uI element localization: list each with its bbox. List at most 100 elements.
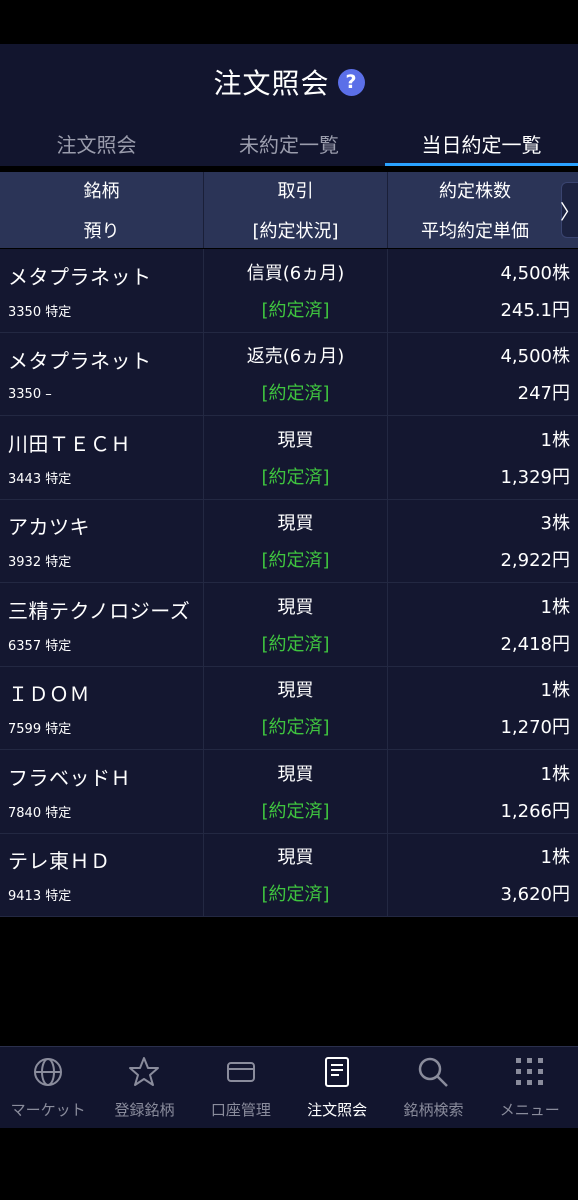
executed-quantity: 4,500株	[500, 262, 570, 284]
star-icon	[127, 1055, 161, 1093]
stock-cell: フラベッドＨ 7840 特定	[0, 750, 204, 833]
quantity-cell: 1株 1,270円	[388, 667, 578, 750]
execution-status: [約定済]	[261, 633, 330, 655]
card-icon	[224, 1055, 258, 1093]
table-header: 銘柄 預り 取引 [約定状況] 約定株数 平均約定単価	[0, 172, 578, 248]
average-price: 2,418円	[500, 633, 570, 655]
nav-label: 銘柄検索	[403, 1101, 464, 1119]
stock-code-account: 7599 特定	[8, 722, 72, 738]
average-price: 2,922円	[500, 550, 570, 572]
trade-cell: 現買 [約定済]	[204, 833, 388, 916]
table-row[interactable]: ＩＤＯＭ 7599 特定 現買 [約定済] 1株 1,270円	[0, 666, 578, 750]
tab-today-executed-list[interactable]: 当日約定一覧	[385, 120, 578, 166]
chevron-right-icon: 〉	[560, 199, 578, 224]
trade-cell: 返売(6ヵ月) [約定済]	[204, 332, 388, 415]
average-price: 1,329円	[500, 466, 570, 488]
quantity-cell: 1株 1,329円	[388, 416, 578, 499]
trade-type: 現買	[277, 763, 314, 785]
page-header: 注文照会 ?	[0, 44, 578, 120]
table-row[interactable]: メタプラネット 3350 – 返売(6ヵ月) [約定済] 4,500株 247円	[0, 332, 578, 416]
header-label: 約定株数	[439, 181, 511, 202]
quantity-cell: 1株 1,266円	[388, 750, 578, 833]
header-label: 平均約定単価	[421, 221, 529, 242]
executed-quantity: 1株	[540, 847, 570, 869]
trade-cell: 信買(6ヵ月) [約定済]	[204, 249, 388, 332]
column-header-trade: 取引 [約定状況]	[204, 172, 388, 248]
header-label: 銘柄	[83, 181, 120, 202]
tab-bar: 注文照会 未約定一覧 当日約定一覧	[0, 120, 578, 166]
quantity-cell: 1株 3,620円	[388, 834, 578, 917]
average-price: 1,266円	[500, 800, 570, 822]
tab-order-inquiry[interactable]: 注文照会	[0, 120, 193, 166]
nav-item-globe[interactable]: マーケット	[0, 1047, 96, 1128]
quantity-cell: 1株 2,418円	[388, 583, 578, 666]
execution-status: [約定済]	[261, 466, 330, 488]
document-icon	[320, 1055, 354, 1093]
table-row[interactable]: 三精テクノロジーズ 6357 特定 現買 [約定済] 1株 2,418円	[0, 583, 578, 667]
nav-label: 口座管理	[210, 1101, 271, 1119]
stock-code-account: 3932 特定	[8, 555, 72, 571]
nav-item-grid-menu[interactable]: メニュー	[482, 1047, 578, 1128]
trade-cell: 現買 [約定済]	[204, 666, 388, 749]
executed-quantity: 1株	[540, 763, 570, 785]
execution-status: [約定済]	[261, 550, 330, 572]
table-row[interactable]: フラベッドＨ 7840 特定 現買 [約定済] 1株 1,266円	[0, 750, 578, 834]
execution-status: [約定済]	[261, 299, 330, 321]
nav-item-star[interactable]: 登録銘柄	[96, 1047, 192, 1128]
stock-name: アカツキ	[8, 515, 90, 540]
executed-quantity: 1株	[540, 596, 570, 618]
stock-name: フラベッドＨ	[8, 765, 131, 790]
nav-item-card[interactable]: 口座管理	[193, 1047, 289, 1128]
table-row[interactable]: テレ東ＨＤ 9413 特定 現買 [約定済] 1株 3,620円	[0, 833, 578, 917]
executed-quantity: 1株	[540, 429, 570, 451]
table-row[interactable]: メタプラネット 3350 特定 信買(6ヵ月) [約定済] 4,500株 245…	[0, 249, 578, 333]
system-nav-area	[0, 1128, 578, 1200]
executed-quantity: 3株	[540, 513, 570, 535]
help-icon[interactable]: ?	[337, 68, 365, 96]
executed-quantity: 1株	[540, 680, 570, 702]
nav-item-document[interactable]: 注文照会	[289, 1047, 385, 1128]
bottom-navigation: マーケット 登録銘柄 口座管理 注文照会 銘柄検索 メニュー	[0, 1046, 578, 1128]
status-bar	[0, 0, 578, 44]
trade-type: 現買	[277, 847, 314, 869]
stock-code-account: 3350 特定	[8, 304, 72, 320]
grid-menu-icon	[513, 1055, 547, 1093]
nav-label: 登録銘柄	[114, 1101, 175, 1119]
quantity-cell: 3株 2,922円	[388, 500, 578, 583]
trade-type: 現買	[277, 596, 314, 618]
trade-cell: 現買 [約定済]	[204, 583, 388, 666]
stock-cell: ＩＤＯＭ 7599 特定	[0, 666, 204, 749]
scroll-right-button[interactable]: 〉	[560, 182, 578, 238]
trade-type: 信買(6ヵ月)	[246, 262, 345, 284]
table-row[interactable]: 川田ＴＥＣＨ 3443 特定 現買 [約定済] 1株 1,329円	[0, 416, 578, 500]
stock-cell: 川田ＴＥＣＨ 3443 特定	[0, 416, 204, 499]
tab-unexecuted-list[interactable]: 未約定一覧	[193, 120, 385, 166]
quantity-cell: 4,500株 247円	[388, 333, 578, 416]
stock-name: 三精テクノロジーズ	[8, 598, 191, 623]
stock-code-account: 9413 特定	[8, 889, 72, 905]
trade-type: 現買	[277, 680, 314, 702]
stock-code-account: 3443 特定	[8, 471, 72, 487]
nav-label: マーケット	[10, 1101, 86, 1119]
header-label: [約定状況]	[252, 221, 339, 242]
stock-code-account: 3350 –	[8, 387, 52, 403]
globe-icon	[31, 1055, 65, 1093]
stock-cell: メタプラネット 3350 –	[0, 332, 204, 415]
stock-name: メタプラネット	[8, 264, 152, 289]
stock-name: メタプラネット	[8, 349, 152, 374]
header-label: 取引	[277, 181, 314, 202]
column-header-stock: 銘柄 預り	[0, 172, 204, 248]
quantity-cell: 4,500株 245.1円	[388, 249, 578, 332]
stock-cell: 三精テクノロジーズ 6357 特定	[0, 583, 204, 666]
stock-cell: テレ東ＨＤ 9413 特定	[0, 833, 204, 916]
executed-quantity: 4,500株	[500, 346, 570, 368]
average-price: 245.1円	[500, 299, 570, 321]
trade-type: 現買	[277, 513, 314, 535]
table-row[interactable]: アカツキ 3932 特定 現買 [約定済] 3株 2,922円	[0, 499, 578, 583]
search-icon	[416, 1055, 450, 1093]
stock-name: 川田ＴＥＣＨ	[8, 431, 131, 456]
nav-item-search[interactable]: 銘柄検索	[385, 1047, 481, 1128]
trade-type: 返売(6ヵ月)	[246, 346, 345, 368]
stock-cell: メタプラネット 3350 特定	[0, 249, 204, 332]
stock-name: テレ東ＨＤ	[8, 849, 111, 874]
